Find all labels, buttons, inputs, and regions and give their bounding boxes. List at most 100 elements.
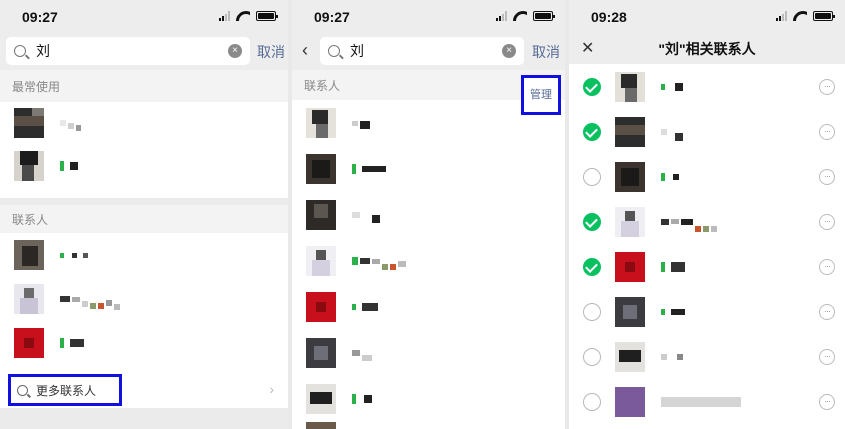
more-icon[interactable]: ··· [819, 168, 835, 185]
section-divider [0, 408, 288, 429]
contact-name [661, 396, 741, 407]
search-icon [328, 45, 340, 57]
more-icon[interactable]: ··· [819, 78, 835, 95]
list-item[interactable]: ··· [569, 289, 845, 334]
contact-name [661, 261, 685, 272]
list-item[interactable] [0, 321, 288, 365]
contact-name [352, 207, 380, 223]
wifi-icon [513, 11, 527, 21]
cancel-button[interactable]: 取消 [532, 42, 560, 62]
contact-name [352, 164, 386, 174]
contacts-results-screen: 09:27 ‹ 刘 × 取消 联系人 管理 [292, 0, 565, 429]
selection-checkbox[interactable] [583, 212, 601, 231]
avatar [615, 251, 645, 282]
more-contacts-label: 更多联系人 [36, 383, 97, 398]
more-contacts-button[interactable]: 更多联系人 [8, 374, 122, 406]
avatar [615, 161, 645, 192]
avatar [615, 341, 645, 372]
search-results-screen: 09:27 刘 × 取消 最常使用 联系人 更多联系人 › [0, 0, 288, 429]
avatar [306, 108, 336, 138]
contact-name [661, 172, 679, 181]
related-contacts-screen: 09:28 ✕ "刘"相关联系人 ··· ··· ··· ··· ··· ···… [569, 0, 845, 429]
selection-checkbox[interactable] [583, 347, 601, 366]
search-input-value: 刘 [36, 43, 50, 59]
list-item[interactable]: ··· [569, 64, 845, 109]
wifi-icon [236, 11, 250, 21]
list-item[interactable] [0, 277, 288, 321]
list-item[interactable] [292, 192, 565, 238]
clear-icon[interactable]: × [228, 44, 242, 58]
list-item[interactable]: ··· [569, 244, 845, 289]
status-bar: 09:27 [292, 0, 565, 34]
list-item[interactable] [0, 144, 288, 188]
section-header-contacts: 联系人 [0, 205, 288, 233]
selection-checkbox[interactable] [583, 167, 601, 186]
list-item[interactable] [0, 233, 288, 277]
avatar [306, 292, 336, 322]
cancel-button[interactable]: 取消 [257, 42, 285, 62]
selection-checkbox[interactable] [583, 77, 601, 96]
selection-checkbox[interactable] [583, 392, 601, 411]
list-item[interactable]: ··· [569, 334, 845, 379]
list-item[interactable] [292, 146, 565, 192]
contact-name [60, 338, 84, 348]
related-contacts-list: ··· ··· ··· ··· ··· ··· ··· ··· [569, 64, 845, 424]
status-bar: 09:28 [569, 0, 845, 34]
avatar [306, 200, 336, 230]
selection-checkbox[interactable] [583, 257, 601, 276]
page-title: "刘"相关联系人 [658, 41, 756, 57]
search-icon [17, 384, 28, 396]
more-icon[interactable]: ··· [819, 303, 835, 320]
avatar [615, 206, 645, 237]
more-icon[interactable]: ··· [819, 258, 835, 275]
contact-name [352, 394, 372, 404]
section-header-contacts: 联系人 管理 [292, 70, 565, 115]
avatar [615, 71, 645, 102]
list-item[interactable]: ··· [569, 379, 845, 424]
contact-name [60, 252, 88, 258]
selection-checkbox[interactable] [583, 302, 601, 321]
contact-name [60, 115, 81, 131]
avatar [306, 154, 336, 184]
contact-name [661, 353, 683, 360]
avatar [615, 296, 645, 327]
more-icon[interactable]: ··· [819, 348, 835, 365]
status-time: 09:27 [22, 9, 58, 25]
list-item[interactable] [292, 100, 565, 146]
search-input-value: 刘 [350, 43, 364, 59]
search-icon [14, 45, 26, 57]
list-item[interactable]: ··· [569, 109, 845, 154]
list-item[interactable] [292, 330, 565, 376]
list-item[interactable] [292, 284, 565, 330]
list-item[interactable] [292, 376, 565, 422]
search-input[interactable]: 刘 × [6, 37, 250, 65]
clear-icon[interactable]: × [502, 44, 516, 58]
back-icon[interactable]: ‹ [302, 40, 308, 61]
avatar [14, 240, 44, 270]
selection-checkbox[interactable] [583, 122, 601, 141]
status-bar: 09:27 [0, 0, 288, 34]
avatar [615, 116, 645, 147]
contact-name [661, 123, 683, 141]
search-bar: 刘 × 取消 [0, 34, 288, 70]
list-item[interactable] [292, 422, 565, 429]
list-item[interactable] [0, 102, 288, 144]
nav-bar: ✕ "刘"相关联系人 [569, 34, 845, 64]
search-bar: ‹ 刘 × 取消 [292, 34, 565, 70]
list-item[interactable]: ··· [569, 199, 845, 244]
cellular-signal-icon [219, 11, 230, 21]
section-divider [0, 198, 288, 205]
avatar [14, 108, 44, 138]
search-input[interactable]: 刘 × [320, 37, 524, 65]
avatar [306, 246, 336, 276]
avatar [14, 328, 44, 358]
more-icon[interactable]: ··· [819, 393, 835, 410]
cellular-signal-icon [776, 11, 787, 21]
more-icon[interactable]: ··· [819, 123, 835, 140]
section-header-label: 联系人 [304, 79, 341, 93]
status-time: 09:27 [314, 9, 350, 25]
list-item[interactable]: ··· [569, 154, 845, 199]
more-icon[interactable]: ··· [819, 213, 835, 230]
list-item[interactable] [292, 238, 565, 284]
battery-icon [256, 11, 278, 21]
